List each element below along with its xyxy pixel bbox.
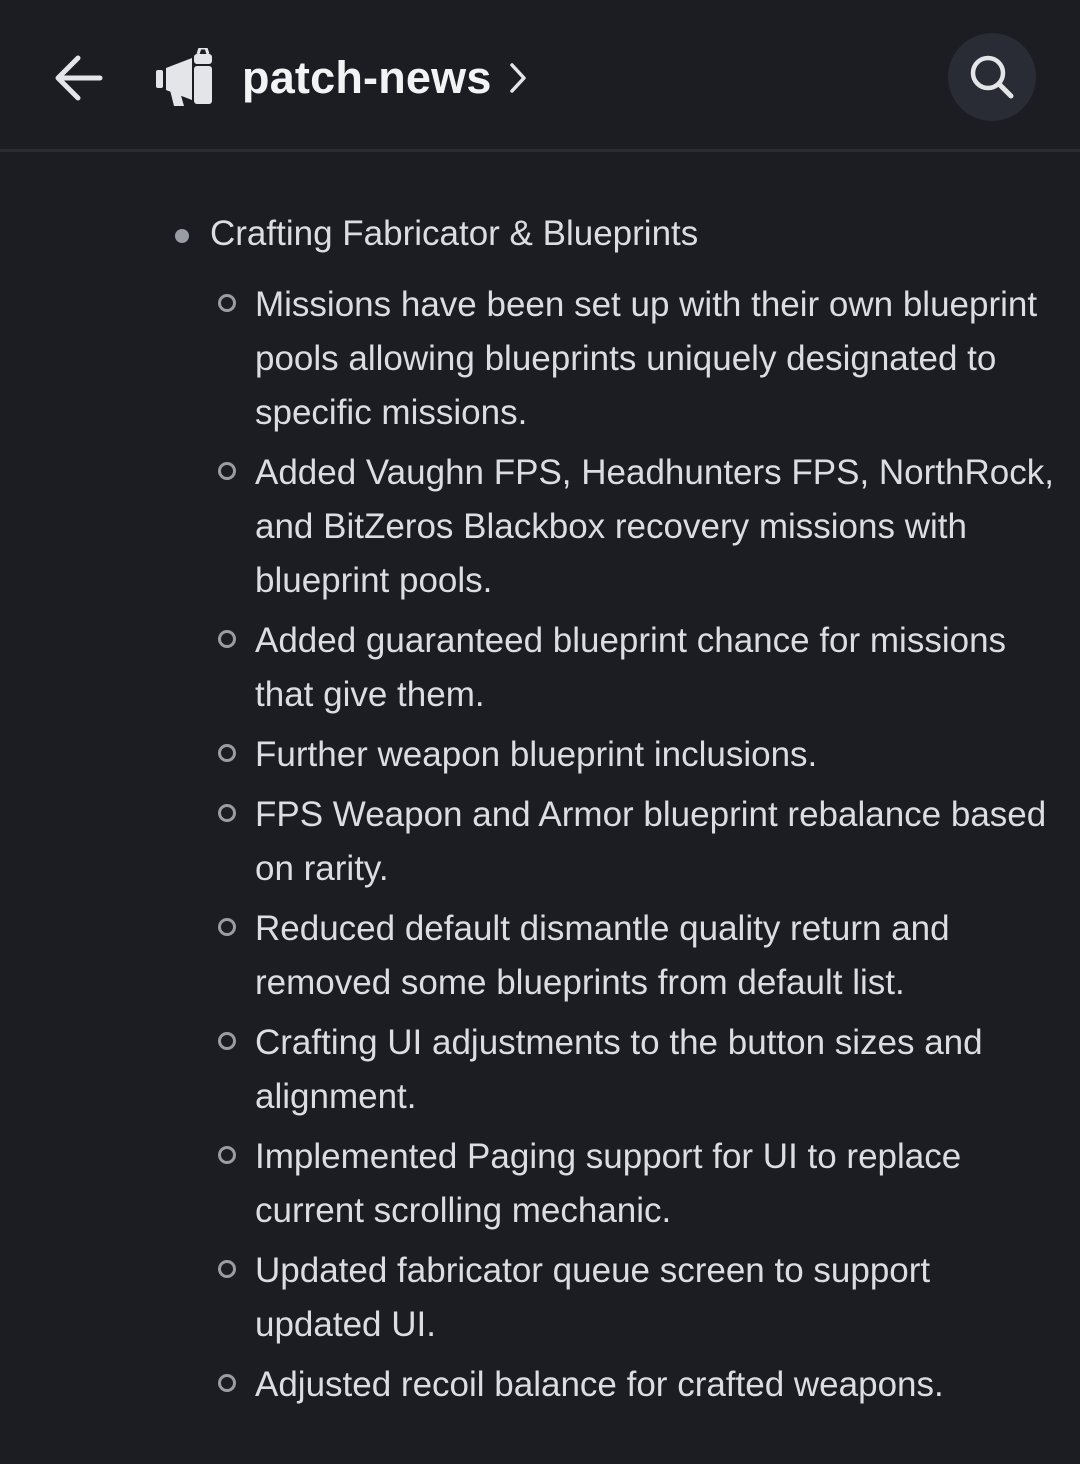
- list-item: Further weapon blueprint inclusions.: [218, 728, 1055, 782]
- channel-header: patch-news: [0, 0, 1080, 152]
- announcement-megaphone-icon: [154, 45, 220, 111]
- list-item-text: Updated fabricator queue screen to suppo…: [255, 1251, 931, 1344]
- list-item: Added Vaughn FPS, Headhunters FPS, North…: [218, 446, 1055, 608]
- channel-name: patch-news: [242, 52, 492, 103]
- section-title: Crafting Fabricator & Blueprints: [210, 214, 699, 253]
- list-item-text: Crafting UI adjustments to the button si…: [255, 1023, 983, 1116]
- bullet-circle-icon: [218, 1146, 236, 1164]
- list-item-text: Added Vaughn FPS, Headhunters FPS, North…: [255, 453, 1054, 600]
- bullet-dot-icon: [175, 229, 189, 243]
- bullet-circle-icon: [218, 918, 236, 936]
- search-icon: [970, 55, 1014, 99]
- list-item-text: Added guaranteed blueprint chance for mi…: [255, 621, 1007, 714]
- list-item: Added guaranteed blueprint chance for mi…: [218, 614, 1055, 722]
- bullet-circle-icon: [218, 630, 236, 648]
- bullet-circle-icon: [218, 744, 236, 762]
- list-item: Missions have been set up with their own…: [218, 278, 1055, 440]
- list-item: Implemented Paging support for UI to rep…: [218, 1130, 1055, 1238]
- list-item: Crafting UI adjustments to the button si…: [218, 1016, 1055, 1124]
- list-item-text: Further weapon blueprint inclusions.: [255, 735, 818, 774]
- list-item: Adjusted recoil balance for crafted weap…: [218, 1358, 1055, 1412]
- list-item-text: Missions have been set up with their own…: [255, 285, 1038, 432]
- search-button[interactable]: [948, 33, 1036, 121]
- list-item: Reduced default dismantle quality return…: [218, 902, 1055, 1010]
- bullet-circle-icon: [218, 804, 236, 822]
- bullet-circle-icon: [218, 1032, 236, 1050]
- list-item-text: Adjusted recoil balance for crafted weap…: [255, 1365, 944, 1404]
- bullet-circle-icon: [218, 462, 236, 480]
- bullet-circle-icon: [218, 294, 236, 312]
- chevron-right-icon: [508, 58, 534, 98]
- arrow-left-icon: [55, 55, 103, 101]
- list-item: Updated fabricator queue screen to suppo…: [218, 1244, 1055, 1352]
- bullet-circle-icon: [218, 1260, 236, 1278]
- list-item-text: Reduced default dismantle quality return…: [255, 909, 950, 1002]
- list-item: FPS Weapon and Armor blueprint rebalance…: [218, 788, 1055, 896]
- list-item-text: FPS Weapon and Armor blueprint rebalance…: [255, 795, 1047, 888]
- channel-title-button[interactable]: patch-news: [154, 36, 534, 120]
- back-button[interactable]: [38, 40, 118, 116]
- list-item-text: Implemented Paging support for UI to rep…: [255, 1137, 962, 1230]
- bullet-circle-icon: [218, 1374, 236, 1392]
